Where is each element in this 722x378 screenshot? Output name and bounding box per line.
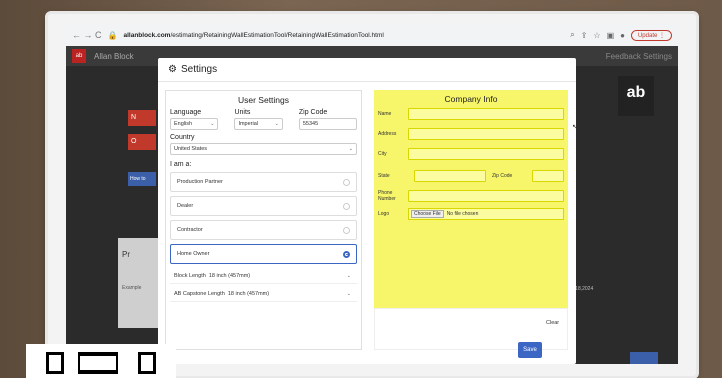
sidebar-icon[interactable]: ▣ bbox=[607, 31, 615, 40]
units-label: Units bbox=[234, 109, 251, 116]
next-arrow-button bbox=[630, 352, 658, 364]
lock-icon: 🔒 bbox=[107, 30, 118, 40]
option-home-owner[interactable]: Home Owner bbox=[170, 244, 357, 264]
company-name-input[interactable] bbox=[408, 108, 564, 120]
logo-label: Logo bbox=[378, 211, 390, 217]
choose-file-button[interactable]: Choose File bbox=[411, 210, 444, 218]
logo-file-input[interactable]: Choose File No file chosen bbox=[408, 208, 564, 220]
screen: ← → C 🔒 allanblock.com/estimating/Retain… bbox=[66, 24, 678, 364]
company-state-input[interactable] bbox=[414, 170, 486, 182]
modal-title: Settings bbox=[180, 64, 218, 75]
option-dealer[interactable]: Dealer bbox=[170, 196, 357, 216]
company-city-input[interactable] bbox=[408, 148, 564, 160]
app-logo: ab bbox=[72, 49, 86, 63]
radio-icon[interactable] bbox=[343, 178, 350, 186]
bg-red-button-2: O bbox=[128, 134, 156, 150]
app-brand: Allan Block bbox=[94, 51, 134, 61]
zip-input[interactable]: 55345 bbox=[298, 118, 357, 130]
bg-date: 2/18,2024 bbox=[571, 286, 594, 292]
chevron-down-icon: ⌄ bbox=[274, 121, 279, 127]
profile-icon[interactable]: ● bbox=[620, 31, 625, 40]
company-info-panel: Company Info Name Address City State Zip… bbox=[374, 90, 568, 334]
company-zip-label: Zip Code bbox=[492, 173, 513, 179]
chevron-down-icon: ⌄ bbox=[346, 272, 351, 279]
bg-blue-button: How to bbox=[128, 172, 156, 186]
radio-icon[interactable] bbox=[343, 226, 350, 234]
address-bar[interactable]: allanblock.com/estimating/RetainingWallE… bbox=[123, 32, 564, 39]
language-label: Language bbox=[170, 109, 202, 116]
company-info-title: Company Info bbox=[444, 94, 498, 104]
radio-icon[interactable] bbox=[343, 202, 350, 210]
company-address-input[interactable] bbox=[408, 128, 564, 140]
star-icon[interactable]: ☆ bbox=[593, 31, 600, 40]
option-production-partner[interactable]: Production Partner bbox=[170, 172, 357, 192]
state-label: State bbox=[378, 173, 390, 179]
ab-workshop-logo: ab bbox=[618, 76, 654, 116]
block-length-select[interactable]: Block Length 18 inch (457mm) ⌄ bbox=[170, 268, 357, 284]
country-label: Country bbox=[170, 134, 195, 141]
browser-toolbar: ← → C 🔒 allanblock.com/estimating/Retain… bbox=[66, 24, 678, 46]
radio-selected-icon[interactable] bbox=[343, 250, 350, 258]
bg-red-button-1: N bbox=[128, 110, 156, 126]
share-icon[interactable]: ⇪ bbox=[581, 31, 588, 40]
name-label: Name bbox=[378, 111, 392, 117]
company-phone-input[interactable] bbox=[408, 190, 564, 202]
update-button[interactable]: Update ⋮ bbox=[630, 29, 672, 41]
country-select[interactable]: United States ⌄ bbox=[170, 143, 357, 155]
qr-code-icon bbox=[26, 344, 176, 378]
address-label: Address bbox=[378, 131, 397, 137]
header-links[interactable]: Feedback Settings bbox=[606, 52, 672, 61]
units-select[interactable]: Imperial ⌄ bbox=[234, 118, 283, 130]
save-button[interactable]: Save bbox=[518, 342, 542, 358]
chevron-down-icon: ⌄ bbox=[348, 146, 353, 152]
user-settings-title: User Settings bbox=[237, 95, 290, 105]
phone-label: Phone Number bbox=[378, 190, 396, 202]
no-file-text: No file chosen bbox=[446, 211, 479, 217]
clear-button[interactable]: Clear bbox=[546, 320, 559, 326]
city-label: City bbox=[378, 151, 387, 157]
option-contractor[interactable]: Contractor bbox=[170, 220, 357, 240]
search-icon[interactable]: ⌕ bbox=[570, 30, 574, 40]
capstone-length-select[interactable]: AB Capstone Length 18 inch (457mm) ⌄ bbox=[170, 286, 357, 302]
iam-label: I am a: bbox=[170, 161, 192, 168]
modal-header: ⚙ Settings bbox=[158, 58, 576, 82]
chevron-down-icon: ⌄ bbox=[346, 290, 351, 297]
nav-buttons[interactable]: ← → C bbox=[72, 30, 102, 40]
company-zip-input[interactable] bbox=[532, 170, 564, 182]
settings-modal: ⚙ Settings User Settings Language Englis… bbox=[158, 58, 576, 364]
cursor-icon: ↖ bbox=[572, 124, 578, 131]
user-settings-panel: User Settings Language English ⌄ Units Im… bbox=[165, 90, 362, 350]
chevron-down-icon: ⌄ bbox=[210, 121, 215, 127]
gear-icon: ⚙ bbox=[168, 64, 177, 75]
language-select[interactable]: English ⌄ bbox=[170, 118, 219, 130]
zip-label: Zip Code bbox=[298, 109, 328, 116]
